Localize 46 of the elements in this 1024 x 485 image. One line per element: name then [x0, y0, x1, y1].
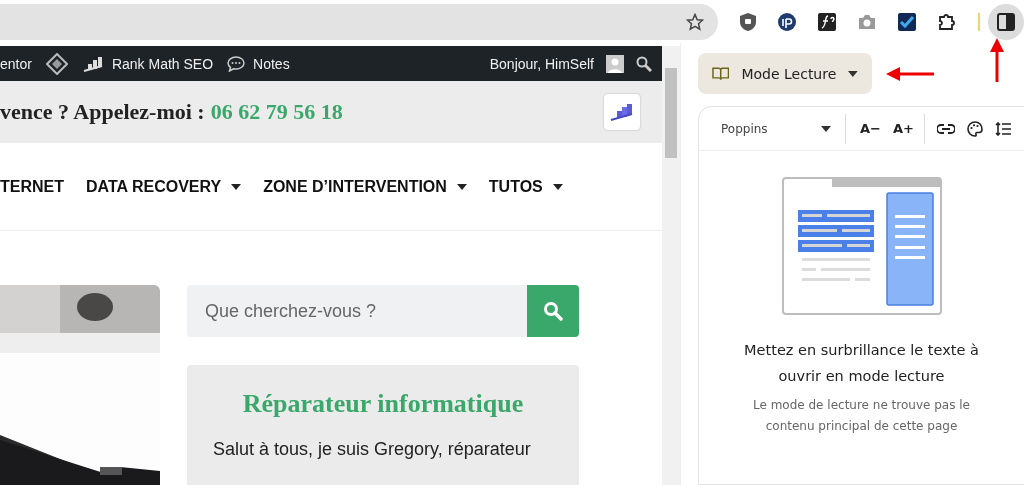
admin-bar-item[interactable]: Rank Math SEO [81, 55, 214, 72]
palette-icon [966, 120, 983, 137]
font-smaller-button[interactable]: A− [854, 121, 887, 136]
nav-item[interactable]: TUTOS [488, 177, 563, 196]
formula-icon[interactable] [818, 12, 837, 31]
widget-title: Réparateur informatique [242, 389, 524, 419]
side-panel-button[interactable] [988, 3, 1024, 40]
call-text: vence ? Appelez-moi : [0, 99, 205, 125]
caret-icon [848, 70, 858, 77]
font-dropdown[interactable]: Poppins [721, 121, 831, 136]
seo-button[interactable] [604, 94, 640, 130]
side-panel-icon [997, 12, 1016, 31]
camera-icon[interactable] [858, 13, 877, 30]
font-larger-button[interactable]: A+ [886, 121, 920, 136]
search-button[interactable] [527, 285, 579, 337]
admin-bar-item[interactable]: entor [0, 55, 32, 72]
search-icon [543, 301, 563, 321]
empty-state-heading: Mettez en surbrillance le texte à ouvrir en mode lecture [743, 341, 980, 386]
annotation-arrow-icon [990, 38, 1004, 82]
speech-bubble-icon [227, 55, 246, 72]
caret-icon [821, 125, 831, 132]
empty-state-message: Le mode de lecture ne trouve pas le contenu principal de cette page [752, 397, 971, 435]
line-spacing-icon [994, 121, 1011, 136]
nav-item[interactable]: TERNET [0, 177, 64, 196]
reading-mode-dropdown[interactable]: Mode Lecture [698, 53, 872, 94]
nav-item[interactable]: DATA RECOVERY [86, 177, 242, 196]
chart-icon [81, 55, 104, 72]
admin-bar-item[interactable] [45, 52, 68, 75]
greeting-link[interactable]: Bonjour, HimSelf [489, 55, 594, 72]
annotation-arrow-icon [886, 66, 934, 81]
puzzle-icon[interactable] [938, 12, 957, 31]
shield-icon[interactable] [740, 12, 757, 31]
chart-icon [610, 103, 634, 121]
widget-text: Salut à tous, je suis Gregory, réparateur [213, 439, 531, 460]
star-icon[interactable] [686, 12, 705, 31]
search-input[interactable]: Que cherchez-vous ? [187, 285, 527, 337]
search-icon[interactable] [636, 55, 652, 72]
nav-item[interactable]: ZONE D’INTERVENTION [263, 177, 467, 196]
circle-badge-icon[interactable] [778, 12, 797, 31]
diamond-logo-icon [45, 52, 68, 75]
scrollbar-thumb[interactable] [665, 68, 677, 158]
link-icon [936, 123, 955, 134]
checkmark-icon[interactable] [898, 12, 917, 31]
avatar-icon [606, 54, 624, 73]
book-icon [712, 66, 730, 81]
admin-bar-item[interactable]: Notes [227, 55, 290, 72]
